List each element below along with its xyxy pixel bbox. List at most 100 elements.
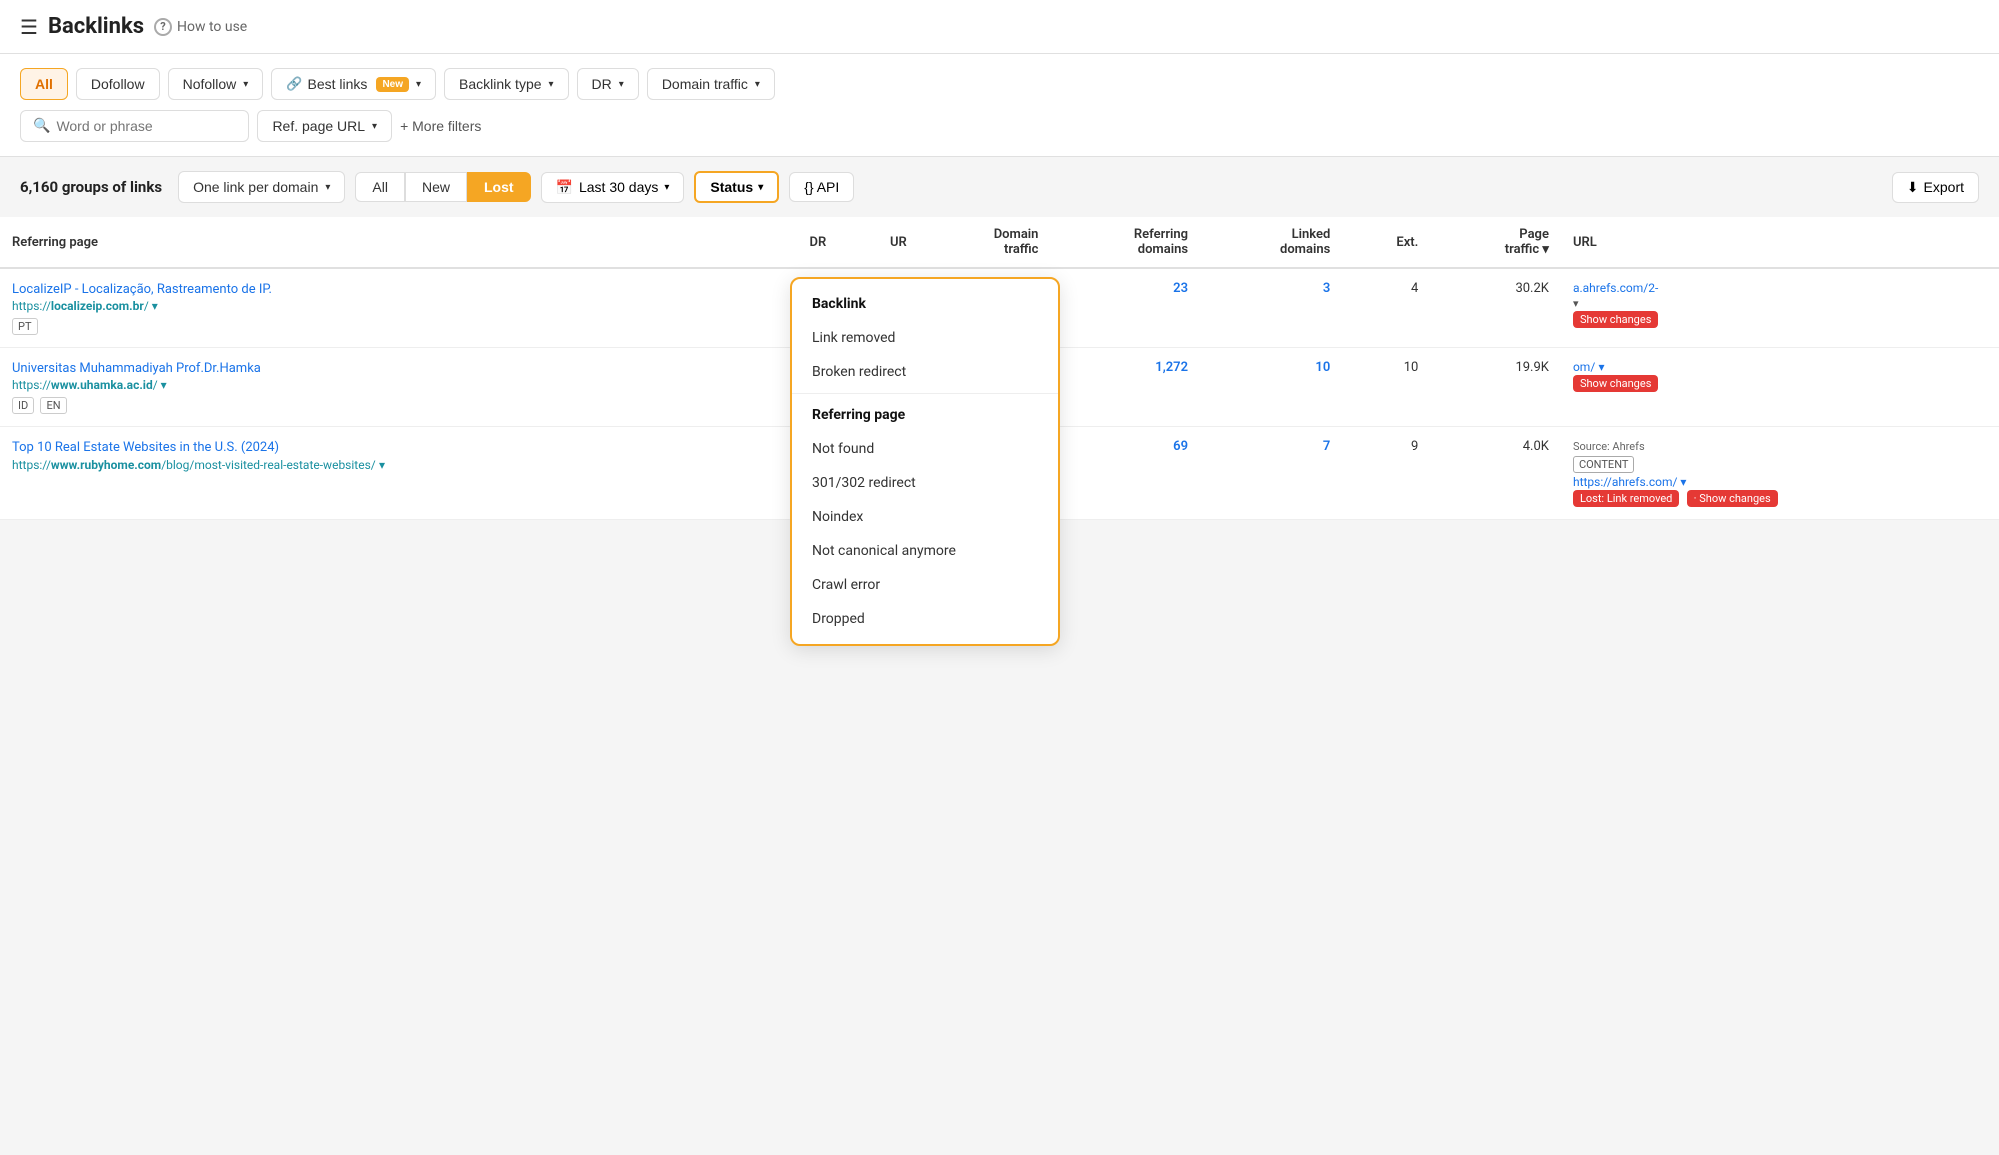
url-dropdown-arrow: ▾ bbox=[379, 458, 385, 472]
dropdown-not-canonical[interactable]: Not canonical anymore bbox=[792, 534, 1058, 568]
link-icon: 🔗 bbox=[286, 76, 302, 92]
cell-ext: 9 bbox=[1342, 427, 1430, 520]
ref-page-link[interactable]: Top 10 Real Estate Websites in the U.S. … bbox=[12, 440, 279, 455]
search-icon: 🔍 bbox=[33, 118, 50, 134]
ref-page-link[interactable]: Universitas Muhammadiyah Prof.Dr.Hamka bbox=[12, 361, 261, 376]
cell-page-traffic: 30.2K bbox=[1430, 268, 1561, 348]
ref-page-url-chevron-icon: ▾ bbox=[372, 121, 377, 132]
filter-row-2: 🔍 Ref. page URL ▾ + More filters bbox=[20, 110, 1979, 142]
help-icon: ? bbox=[154, 18, 172, 36]
url-text[interactable]: a.ahrefs.com/2- bbox=[1573, 281, 1658, 295]
backlink-type-chevron-icon: ▾ bbox=[549, 79, 554, 90]
dropdown-referring-page-header: Referring page bbox=[792, 398, 1058, 432]
table-header-row: Referring page DR UR Domaintraffic Refer… bbox=[0, 217, 1999, 268]
cell-referring-domains[interactable]: 1,272 bbox=[1050, 348, 1200, 427]
dropdown-dropped[interactable]: Dropped bbox=[792, 602, 1058, 636]
lang-tag-pt: PT bbox=[12, 318, 38, 335]
menu-icon[interactable]: ☰ bbox=[20, 15, 38, 39]
filter-backlink-type-button[interactable]: Backlink type ▾ bbox=[444, 68, 569, 100]
one-link-chevron-icon: ▾ bbox=[325, 182, 330, 193]
col-dr: DR bbox=[760, 217, 838, 268]
show-changes-button[interactable]: Show changes bbox=[1573, 375, 1658, 392]
col-url: URL bbox=[1561, 217, 1999, 268]
status-chevron-icon: ▾ bbox=[758, 182, 763, 193]
lang-tag-en: EN bbox=[40, 397, 66, 414]
header: ☰ Backlinks ? How to use bbox=[0, 0, 1999, 54]
url-text[interactable]: om/ bbox=[1573, 360, 1595, 374]
ref-page-url-button[interactable]: Ref. page URL ▾ bbox=[257, 110, 392, 142]
dropdown-divider bbox=[792, 393, 1058, 394]
col-referring-page: Referring page bbox=[0, 217, 760, 268]
url-suffix: ▾ bbox=[1573, 297, 1579, 310]
cell-linked-domains[interactable]: 10 bbox=[1200, 348, 1342, 427]
cell-referring-page: Top 10 Real Estate Websites in the U.S. … bbox=[0, 427, 760, 520]
domain-traffic-chevron-icon: ▾ bbox=[755, 79, 760, 90]
ref-page-url: https://localizeip.com.br/ ▾ bbox=[12, 299, 158, 313]
dropdown-crawl-error[interactable]: Crawl error bbox=[792, 568, 1058, 602]
cell-page-traffic: 19.9K bbox=[1430, 348, 1561, 427]
status-dropdown: Backlink Link removed Broken redirect Re… bbox=[790, 277, 1060, 646]
cell-linked-domains[interactable]: 7 bbox=[1200, 427, 1342, 520]
filter-all-button[interactable]: All bbox=[20, 68, 68, 100]
how-to-use-label: How to use bbox=[177, 19, 247, 35]
dropdown-noindex[interactable]: Noindex bbox=[792, 500, 1058, 534]
dropdown-301-302[interactable]: 301/302 redirect bbox=[792, 466, 1058, 500]
cell-referring-domains[interactable]: 23 bbox=[1050, 268, 1200, 348]
filter-dofollow-button[interactable]: Dofollow bbox=[76, 68, 160, 100]
tab-lost-button[interactable]: Lost bbox=[467, 172, 531, 202]
api-button[interactable]: {} API bbox=[789, 172, 854, 202]
dropdown-broken-redirect[interactable]: Broken redirect bbox=[792, 355, 1058, 389]
col-page-traffic[interactable]: Pagetraffic ▾ bbox=[1430, 217, 1561, 268]
export-icon: ⬇ bbox=[1907, 179, 1919, 196]
source-label: Source: Ahrefs bbox=[1573, 440, 1645, 453]
dr-chevron-icon: ▾ bbox=[619, 79, 624, 90]
filter-nofollow-button[interactable]: Nofollow ▾ bbox=[168, 68, 264, 100]
col-ext: Ext. bbox=[1342, 217, 1430, 268]
dropdown-backlink-header: Backlink bbox=[792, 287, 1058, 321]
content-badge: CONTENT bbox=[1573, 456, 1635, 473]
url-text[interactable]: https://ahrefs.com/ ▾ bbox=[1573, 475, 1686, 489]
how-to-use-button[interactable]: ? How to use bbox=[154, 18, 247, 36]
page-title: Backlinks bbox=[48, 14, 144, 39]
cell-referring-page: LocalizeIP - Localização, Rastreamento d… bbox=[0, 268, 760, 348]
cell-ext: 10 bbox=[1342, 348, 1430, 427]
best-links-chevron-icon: ▾ bbox=[416, 79, 421, 90]
filter-dr-button[interactable]: DR ▾ bbox=[577, 68, 639, 100]
table-toolbar: 6,160 groups of links One link per domai… bbox=[0, 157, 1999, 217]
cell-linked-domains[interactable]: 3 bbox=[1200, 268, 1342, 348]
period-button[interactable]: 📅 Last 30 days ▾ bbox=[541, 172, 685, 203]
groups-count: 6,160 groups of links bbox=[20, 178, 162, 196]
url-arrow: ▾ bbox=[1599, 360, 1605, 374]
col-domain-traffic: Domaintraffic bbox=[919, 217, 1051, 268]
cell-page-traffic: 4.0K bbox=[1430, 427, 1561, 520]
cell-referring-domains[interactable]: 69 bbox=[1050, 427, 1200, 520]
search-input[interactable] bbox=[56, 118, 236, 134]
tab-new-button[interactable]: New bbox=[405, 172, 467, 202]
status-button[interactable]: Status ▾ bbox=[694, 171, 779, 203]
col-ur: UR bbox=[838, 217, 919, 268]
dropdown-link-removed[interactable]: Link removed bbox=[792, 321, 1058, 355]
cell-ext: 4 bbox=[1342, 268, 1430, 348]
filter-domain-traffic-button[interactable]: Domain traffic ▾ bbox=[647, 68, 775, 100]
filters-bar: All Dofollow Nofollow ▾ 🔗 Best links New… bbox=[0, 54, 1999, 157]
col-referring-domains: Referringdomains bbox=[1050, 217, 1200, 268]
show-changes-button[interactable]: · Show changes bbox=[1687, 490, 1778, 507]
export-button[interactable]: ⬇ Export bbox=[1892, 172, 1979, 203]
show-changes-button[interactable]: Show changes bbox=[1573, 311, 1658, 328]
filter-row-1: All Dofollow Nofollow ▾ 🔗 Best links New… bbox=[20, 68, 1979, 100]
calendar-icon: 📅 bbox=[556, 179, 573, 196]
tab-all-button[interactable]: All bbox=[355, 172, 405, 202]
lang-tag-id: ID bbox=[12, 397, 34, 414]
more-filters-button[interactable]: + More filters bbox=[400, 118, 481, 134]
one-link-per-domain-button[interactable]: One link per domain ▾ bbox=[178, 171, 345, 203]
ref-page-url: https://www.uhamka.ac.id/ ▾ bbox=[12, 378, 167, 392]
nofollow-chevron-icon: ▾ bbox=[243, 79, 248, 90]
cell-url: Source: Ahrefs CONTENT https://ahrefs.co… bbox=[1561, 427, 1999, 520]
ref-page-url: https://www.rubyhome.com/blog/most-visit… bbox=[12, 458, 376, 472]
col-linked-domains: Linkeddomains bbox=[1200, 217, 1342, 268]
search-wrap: 🔍 bbox=[20, 110, 249, 142]
filter-best-links-button[interactable]: 🔗 Best links New ▾ bbox=[271, 68, 436, 100]
cell-url: om/ ▾ Show changes bbox=[1561, 348, 1999, 427]
ref-page-link[interactable]: LocalizeIP - Localização, Rastreamento d… bbox=[12, 282, 272, 297]
dropdown-not-found[interactable]: Not found bbox=[792, 432, 1058, 466]
